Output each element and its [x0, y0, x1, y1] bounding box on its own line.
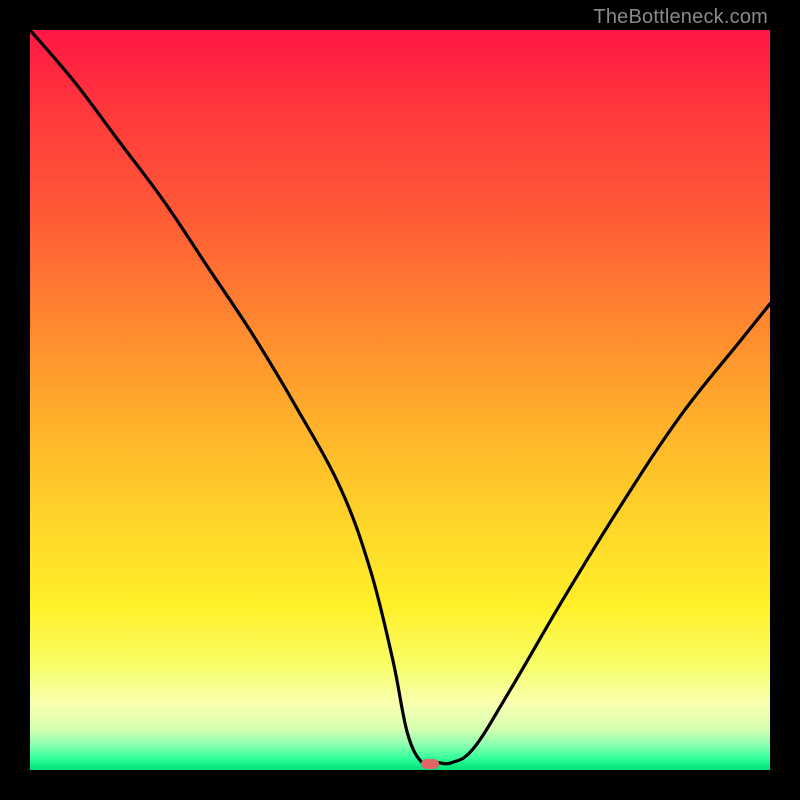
chart-frame: TheBottleneck.com [0, 0, 800, 800]
optimal-marker [421, 759, 439, 769]
bottleneck-curve [30, 30, 770, 770]
watermark-text: TheBottleneck.com [593, 6, 768, 29]
plot-area [30, 30, 770, 770]
